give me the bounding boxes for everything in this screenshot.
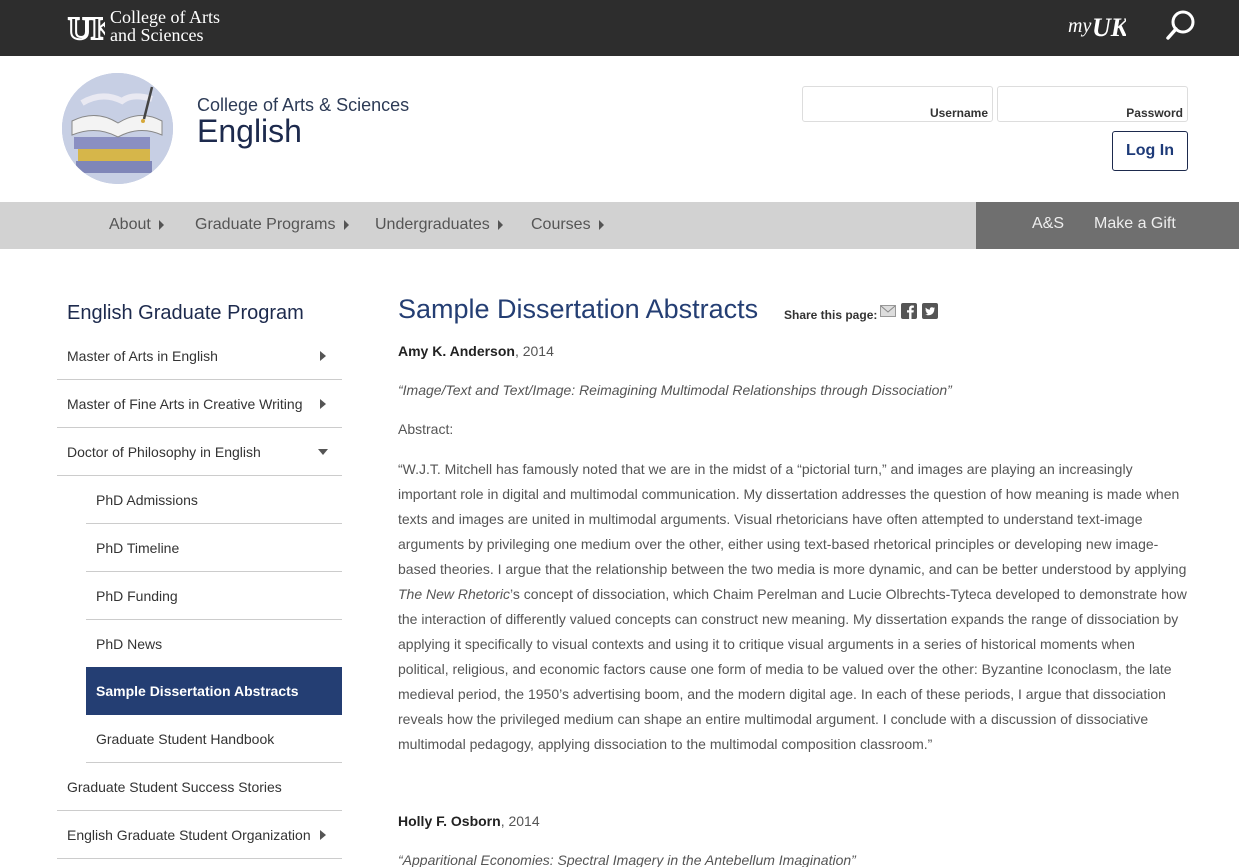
entry-author-line: Holly F. Osborn, 2014 [398, 813, 1188, 829]
caret-right-icon [497, 220, 503, 230]
search-icon[interactable] [1163, 8, 1199, 44]
sidebar-item-sample-dissertation-abstracts[interactable]: Sample Dissertation Abstracts [86, 667, 342, 715]
nav-make-gift-link[interactable]: Make a Gift [1094, 215, 1176, 233]
sidebar-item-student-organization[interactable]: English Graduate Student Organization [57, 811, 342, 859]
abstract-body: “W.J.T. Mitchell has famously noted that… [398, 461, 1187, 752]
sidebar-item-phd-funding[interactable]: PhD Funding [86, 572, 342, 620]
dissertation-title: “Image/Text and Text/Image: Reimagining … [398, 382, 952, 398]
caret-right-icon [343, 220, 349, 230]
myuk-logo-icon: UK [1092, 13, 1126, 40]
english-dept-logo[interactable] [62, 73, 173, 184]
login-button[interactable]: Log In [1112, 131, 1188, 171]
uk-logo-icon[interactable]: UK [67, 10, 105, 44]
svg-text:UK: UK [68, 10, 105, 44]
sidebar-item-phd-english[interactable]: Doctor of Philosophy in English [57, 428, 342, 476]
arrow-down-icon[interactable] [318, 449, 328, 455]
arrow-right-icon[interactable] [320, 351, 326, 361]
sidebar-item-phd-timeline[interactable]: PhD Timeline [86, 524, 342, 572]
sidebar-item-ma-english[interactable]: Master of Arts in English [57, 332, 342, 380]
twitter-share-icon[interactable] [922, 303, 938, 319]
caret-right-icon [598, 220, 604, 230]
college-wordmark[interactable]: College of Arts and Sciences [110, 8, 220, 44]
password-field[interactable]: Password [997, 86, 1188, 122]
svg-text:UK: UK [1092, 13, 1126, 40]
nav-as-link[interactable]: A&S [1032, 215, 1064, 233]
nav-undergraduates[interactable]: Undergraduates [375, 216, 503, 234]
entry-year: , 2014 [500, 813, 540, 829]
myuk-link[interactable]: my UK [1068, 12, 1126, 40]
books-illustration-icon [62, 73, 173, 184]
dissertation-title: “Apparitional Economies: Spectral Imager… [398, 852, 856, 867]
sidebar-item-mfa-creative-writing[interactable]: Master of Fine Arts in Creative Writing [57, 380, 342, 428]
entry-author-line: Amy K. Anderson, 2014 [398, 343, 1188, 359]
entry-author: Amy K. Anderson [398, 343, 515, 359]
abstract-label: Abstract: [398, 421, 454, 437]
page-title: Sample Dissertation Abstracts [398, 294, 759, 324]
sidebar-item-success-stories[interactable]: Graduate Student Success Stories [57, 763, 342, 811]
caret-right-icon [158, 220, 164, 230]
nav-about[interactable]: About [109, 216, 164, 234]
entry-author: Holly F. Osborn [398, 813, 501, 829]
facebook-share-icon[interactable] [901, 303, 917, 319]
username-label: Username [929, 106, 988, 120]
department-name[interactable]: English [197, 113, 302, 150]
arrow-right-icon[interactable] [320, 399, 326, 409]
sidebar-title: English Graduate Program [67, 302, 304, 324]
password-label: Password [1126, 106, 1183, 120]
sidebar-item-phd-news[interactable]: PhD News [86, 620, 342, 668]
sidebar-item-phd-admissions[interactable]: PhD Admissions [86, 476, 342, 524]
nav-courses[interactable]: Courses [531, 216, 604, 234]
email-share-icon[interactable] [880, 303, 896, 319]
share-label: Share this page: [784, 308, 878, 322]
nav-graduate-programs[interactable]: Graduate Programs [195, 216, 349, 234]
sidebar-item-graduate-student-handbook[interactable]: Graduate Student Handbook [86, 715, 342, 763]
username-field[interactable]: Username [802, 86, 993, 122]
arrow-right-icon[interactable] [320, 830, 326, 840]
entry-year: , 2014 [514, 343, 554, 359]
